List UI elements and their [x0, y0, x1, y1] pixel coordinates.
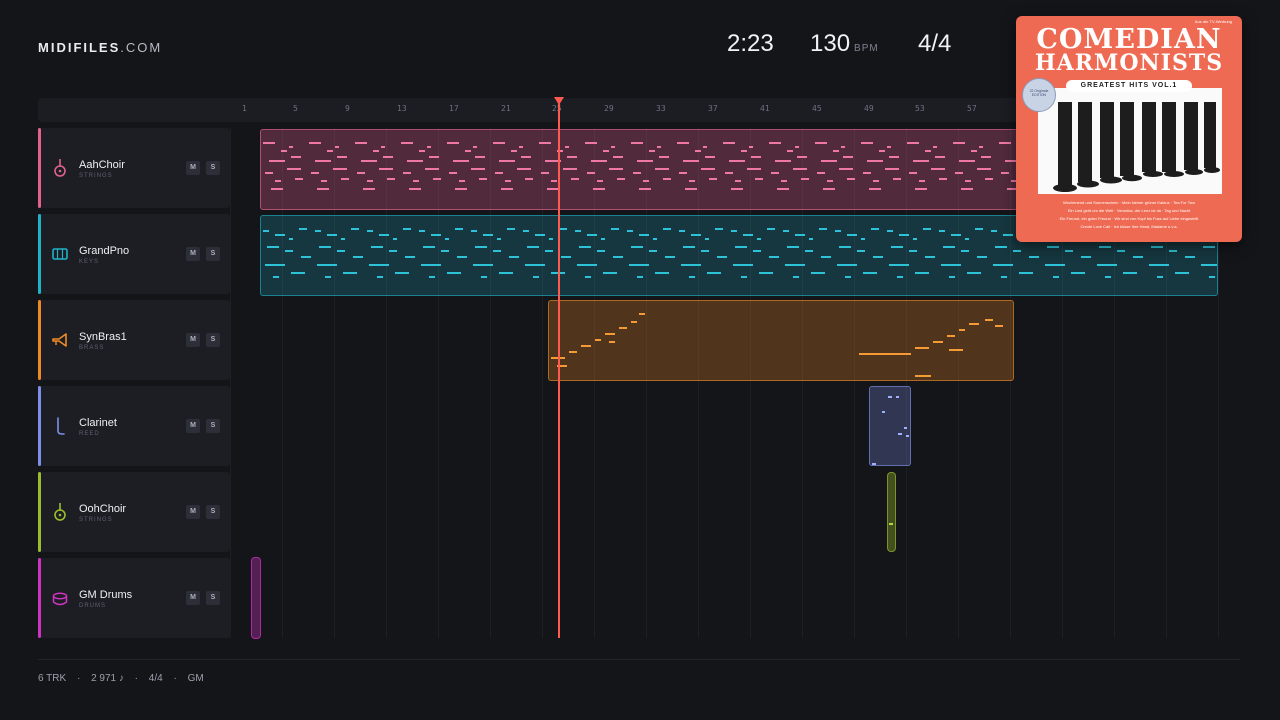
- cover-photo: [1038, 88, 1222, 194]
- midi-clip-clarinet[interactable]: [869, 386, 911, 466]
- track-color-bar: [38, 300, 41, 380]
- track-color-bar: [38, 386, 41, 466]
- ruler-tick: 29: [604, 104, 614, 113]
- piano-icon: [52, 244, 68, 264]
- site-logo[interactable]: MIDIFILES.COM: [38, 40, 162, 55]
- track-header-grandpno[interactable]: GrandPno KEYS M S: [38, 214, 230, 294]
- tempo-value: 130: [810, 30, 851, 57]
- trumpet-icon: [52, 330, 68, 350]
- mute-button[interactable]: M: [186, 161, 200, 175]
- track-category: BRASS: [79, 345, 105, 351]
- status-footer: 6 TRK · 2 971 ♪ · 4/4 · GM: [38, 673, 212, 684]
- ruler-tick: 53: [915, 104, 925, 113]
- cover-songs-line: Ein Freund, ein guter Freund · Wir sind …: [1059, 216, 1199, 221]
- mute-button[interactable]: M: [186, 419, 200, 433]
- ruler-tick: 57: [967, 104, 977, 113]
- solo-button[interactable]: S: [206, 505, 220, 519]
- ruler-tick: 9: [345, 104, 350, 113]
- time-signature: 4/4: [148, 673, 163, 684]
- track-color-bar: [38, 558, 41, 638]
- track-name: AahChoir: [79, 159, 125, 171]
- track-name: Clarinet: [79, 417, 117, 429]
- mute-button[interactable]: M: [186, 247, 200, 261]
- mute-button[interactable]: M: [186, 505, 200, 519]
- meter-display: 4/4: [918, 30, 952, 57]
- footer-separator: ·: [173, 673, 177, 684]
- track-name: SynBras1: [79, 331, 127, 343]
- midi-clip-synbras1[interactable]: [548, 300, 1014, 381]
- track-category: STRINGS: [79, 517, 113, 523]
- logo-domain: .COM: [120, 40, 163, 55]
- solo-button[interactable]: S: [206, 161, 220, 175]
- tempo-display: 130 BPM: [810, 30, 879, 58]
- track-color-bar: [38, 128, 41, 208]
- ruler-tick: 33: [656, 104, 666, 113]
- track-name: GrandPno: [79, 245, 130, 257]
- cover-sticker: 22 Originale EDITION: [1022, 78, 1056, 112]
- track-category: DRUMS: [79, 603, 106, 609]
- time-display: 2:23: [727, 30, 774, 57]
- footer-separator: ·: [134, 673, 139, 684]
- ruler-tick: 1: [242, 104, 247, 113]
- solo-button[interactable]: S: [206, 591, 220, 605]
- track-header-aahchoir[interactable]: AahChoir STRINGS M S: [38, 128, 230, 208]
- ruler-tick: 25: [552, 104, 562, 113]
- footer-separator: ·: [76, 673, 81, 684]
- lute-icon: [52, 502, 68, 522]
- track-header-clarinet[interactable]: Clarinet REED M S: [38, 386, 230, 466]
- ruler-tick: 45: [812, 104, 822, 113]
- ruler-tick: 37: [708, 104, 718, 113]
- logo-brand: MIDIFILES: [38, 40, 121, 55]
- ruler-tick: 13: [397, 104, 407, 113]
- ruler-tick: 21: [501, 104, 511, 113]
- track-header-oohchoir[interactable]: OohChoir STRINGS M S: [38, 472, 230, 552]
- ruler-tick: 5: [293, 104, 298, 113]
- solo-button[interactable]: S: [206, 419, 220, 433]
- track-color-bar: [38, 472, 41, 552]
- track-name: OohChoir: [79, 503, 127, 515]
- cover-songs-line: Creole Love Call · Ich küsse Ihre Hand, …: [1080, 224, 1178, 229]
- clarinet-icon: [52, 416, 68, 436]
- album-cover: Aus der TV-Werbung COMEDIAN HARMONISTS G…: [1016, 16, 1242, 242]
- track-count: 6 TRK: [38, 673, 67, 684]
- cover-songs-line: Ein Lied geht um die Welt · Veronika, de…: [1067, 208, 1191, 213]
- cover-subtitle: GREATEST HITS VOL.1: [1066, 80, 1192, 92]
- playhead[interactable]: [554, 97, 564, 638]
- solo-button[interactable]: S: [206, 333, 220, 347]
- lute-icon: [52, 158, 68, 178]
- midi-clip-gm-drums[interactable]: [251, 557, 261, 639]
- ruler-tick: 41: [760, 104, 770, 113]
- track-category: STRINGS: [79, 173, 113, 179]
- footer-divider: [38, 659, 1240, 660]
- ruler-tick: 17: [449, 104, 459, 113]
- track-category: REED: [79, 431, 100, 437]
- note-pattern: [872, 396, 909, 465]
- note-count: 2 971 ♪: [91, 673, 124, 684]
- track-name: GM Drums: [79, 589, 133, 601]
- midi-clip-oohchoir[interactable]: [887, 472, 896, 552]
- midi-standard: GM: [187, 673, 204, 684]
- mute-button[interactable]: M: [186, 591, 200, 605]
- track-category: KEYS: [79, 259, 100, 265]
- track-header-gm-drums[interactable]: GM Drums DRUMS M S: [38, 558, 230, 638]
- ruler-tick: 49: [864, 104, 874, 113]
- mute-button[interactable]: M: [186, 333, 200, 347]
- track-color-bar: [38, 214, 41, 294]
- note-pattern: [889, 523, 893, 525]
- cover-title-line2: HARMONISTS: [1034, 50, 1224, 76]
- cover-songs-line: Wochenend und Sonnenschein · Mein kleine…: [1062, 200, 1196, 205]
- note-pattern: [551, 313, 1003, 377]
- solo-button[interactable]: S: [206, 247, 220, 261]
- track-header-synbras1[interactable]: SynBras1 BRASS M S: [38, 300, 230, 380]
- tempo-unit: BPM: [854, 43, 879, 54]
- cover-song-list: Wochenend und Sonnenschein · Mein kleine…: [1028, 199, 1230, 231]
- drum-icon: [52, 588, 68, 608]
